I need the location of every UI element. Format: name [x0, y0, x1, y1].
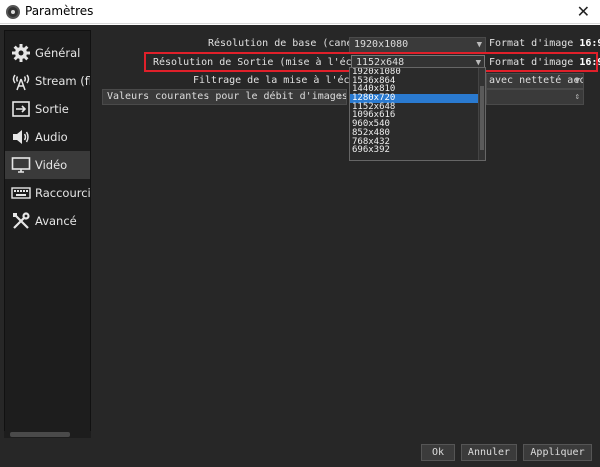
base-aspect-ratio: Format d'image 16:9 — [489, 38, 600, 49]
antenna-icon — [10, 70, 32, 92]
resolution-dropdown-list[interactable]: 1920x1080 1536x864 1440x810 1280x720 1152x64… — [349, 67, 486, 161]
sidebar-scrollbar[interactable] — [4, 431, 91, 438]
sidebar-item-advanced[interactable]: Avancé — [5, 207, 90, 235]
chevron-down-icon: ▼ — [574, 76, 580, 86]
chevron-updown-icon: ⇕ — [337, 92, 343, 102]
base-resolution-select[interactable]: 1920x1080 ▼ — [349, 37, 486, 53]
output-icon — [10, 98, 32, 120]
fps-value-select[interactable]: ⇕ — [486, 89, 584, 105]
sidebar-item-label: Avancé — [35, 214, 77, 228]
gear-icon — [10, 42, 32, 64]
sidebar-item-audio[interactable]: Audio — [5, 123, 90, 151]
apply-button[interactable]: Appliquer — [523, 444, 592, 461]
close-icon[interactable]: ✕ — [577, 2, 590, 22]
obs-logo-icon — [6, 5, 20, 19]
sidebar-item-stream[interactable]: Stream (flux) — [5, 67, 91, 95]
cancel-button[interactable]: Annuler — [461, 444, 517, 461]
dropdown-option[interactable]: 696x392 — [350, 146, 485, 155]
settings-window: Général Stream (flux) Sortie Audio Vidéo — [0, 25, 600, 467]
sidebar-item-general[interactable]: Général — [5, 39, 90, 67]
title-bar: Paramètres ✕ — [0, 0, 600, 24]
aspect-value: 16:9 — [579, 57, 600, 68]
base-resolution-value: 1920x1080 — [354, 39, 409, 50]
sidebar-item-label: Vidéo — [35, 158, 68, 172]
sidebar: Général Stream (flux) Sortie Audio Vidéo — [4, 30, 91, 438]
downscale-filter-value: avec netteté acc — [489, 75, 584, 86]
resolution-options: 1920x1080 1536x864 1440x810 1280x720 1152x64… — [350, 68, 485, 155]
output-aspect-ratio: Format d'image 16:9 — [489, 57, 600, 68]
sidebar-item-label: Général — [35, 46, 81, 60]
aspect-label: Format d'image — [489, 38, 574, 49]
dropdown-scrollbar[interactable] — [478, 68, 485, 160]
speaker-icon — [10, 126, 32, 148]
scrollbar-thumb[interactable] — [10, 432, 70, 437]
ok-button[interactable]: Ok — [421, 444, 455, 461]
chevron-down-icon: ▼ — [476, 40, 482, 50]
sidebar-item-label: Raccourcis cl — [35, 186, 91, 200]
downscale-filter-select[interactable]: avec netteté acc ▼ — [486, 73, 584, 89]
window-title: Paramètres — [25, 4, 94, 18]
sidebar-item-label: Audio — [35, 130, 68, 144]
sidebar-item-video[interactable]: Vidéo — [5, 151, 90, 179]
sidebar-item-hotkeys[interactable]: Raccourcis cl — [5, 179, 91, 207]
fps-type-select[interactable]: Valeurs courantes pour le débit d'images… — [102, 89, 347, 105]
sidebar-item-output[interactable]: Sortie — [5, 95, 90, 123]
fps-type-value: Valeurs courantes pour le débit d'images… — [107, 91, 347, 102]
monitor-icon — [10, 154, 32, 176]
scrollbar-thumb[interactable] — [480, 86, 484, 150]
aspect-label: Format d'image — [489, 57, 574, 68]
sidebar-item-label: Sortie — [35, 102, 69, 116]
chevron-updown-icon: ⇕ — [574, 92, 580, 102]
sidebar-item-label: Stream (flux) — [35, 74, 91, 88]
keyboard-icon — [10, 182, 32, 204]
aspect-value: 16:9 — [579, 38, 600, 49]
tools-icon — [10, 210, 32, 232]
